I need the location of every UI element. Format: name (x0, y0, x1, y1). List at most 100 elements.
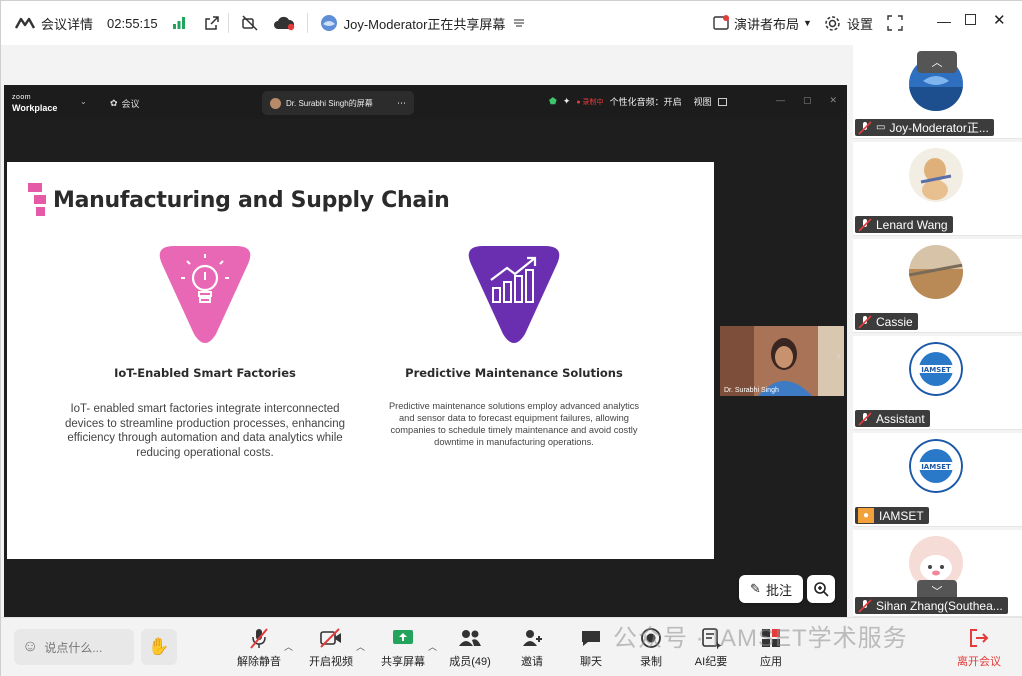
minimize-icon[interactable]: — (776, 95, 785, 106)
settings-button[interactable]: 设置 (824, 1, 873, 45)
more-icon[interactable]: ⋯ (397, 98, 406, 109)
left-column: IoT-Enabled Smart Factories IoT- enabled… (62, 366, 348, 460)
participant-tile[interactable]: Cassie (853, 239, 1022, 333)
chevron-down-icon[interactable]: ⌄ (80, 97, 87, 106)
meeting-info-button[interactable]: 会议详情 (1, 1, 99, 45)
participants-button[interactable]: 成员(49) (440, 626, 500, 669)
quick-chat-input[interactable]: ☺ 说点什么... (14, 629, 134, 665)
participant-name: Assistant (876, 411, 925, 426)
view-label[interactable]: 视图 (694, 95, 712, 108)
share-screen-icon (393, 630, 413, 644)
view-icon[interactable] (717, 97, 727, 106)
participant-tile[interactable]: Lenard Wang (853, 142, 1022, 236)
chevron-right-icon[interactable]: › (837, 351, 840, 362)
chat-icon (582, 631, 600, 646)
top-bar: 会议详情 02:55:15 Joy-Moderator正在共享屏幕 演讲者布局 (1, 1, 1022, 45)
participant-name-label: Lenard Wang (855, 216, 953, 233)
sparkle-icon: ✦ (562, 96, 571, 106)
apps-label: 应用 (760, 656, 782, 668)
muted-mic-icon (858, 120, 872, 135)
share-window-titlebar: zoom Workplace ⌄ ✿ 会议 Dr. Surabhi Singh的… (4, 85, 847, 119)
speaker-off-icon[interactable] (241, 14, 259, 32)
zoom-in-icon (814, 582, 829, 597)
fullscreen-icon[interactable] (887, 15, 903, 31)
chat-button[interactable]: 聊天 (561, 626, 621, 669)
maximize-icon[interactable] (965, 14, 976, 25)
zoom-brand: zoom Workplace (12, 93, 57, 113)
muted-mic-icon (858, 314, 872, 329)
participant-tile[interactable]: ﹀ Sihan Zhang(Southea... (853, 530, 1022, 617)
meeting-logo-icon (15, 16, 35, 30)
chat-label: 聊天 (580, 656, 602, 668)
meeting-timer: 02:55:15 (107, 15, 158, 31)
participant-name-label: ● IAMSET (855, 507, 929, 524)
invite-button[interactable]: 邀请 (502, 626, 562, 669)
maximize-icon[interactable]: ▢ (803, 95, 812, 106)
chevron-down-icon: ▼ (803, 18, 812, 28)
unmute-button[interactable]: 解除静音 (229, 626, 289, 669)
annotate-button[interactable]: ✎ 批注 (739, 575, 803, 603)
emoji-icon: ☺ (22, 638, 39, 655)
sharer-avatar-icon (320, 14, 338, 32)
layout-label: 演讲者布局 (734, 16, 800, 32)
share-screen-button[interactable]: 共享屏幕 (373, 626, 433, 669)
participants-label: 成员(49) (449, 656, 491, 668)
iamset-logo: IAMSET (909, 342, 963, 396)
presenter-avatar-icon (270, 97, 281, 109)
audio-label[interactable]: 个性化音频：开启 (610, 95, 682, 108)
start-video-label: 开启视频 (309, 656, 353, 668)
close-icon[interactable]: ✕ (993, 11, 1006, 29)
cloud-icon[interactable] (273, 15, 295, 31)
annotate-label: 批注 (765, 582, 792, 598)
share-screen-label: 共享屏幕 (381, 656, 425, 668)
brand-name: Workplace (12, 103, 58, 113)
close-icon[interactable]: ✕ (829, 95, 837, 106)
share-tab-label: Dr. Surabhi Singh的屏幕 (286, 98, 373, 108)
muted-mic-icon (858, 411, 872, 426)
zoom-in-button[interactable] (807, 575, 835, 603)
user-icon: ● (858, 508, 874, 523)
screen-share-icon: ▭ (876, 122, 886, 133)
scroll-up-button[interactable]: ︿ (917, 51, 957, 73)
hand-icon: ✋ (148, 637, 170, 656)
share-window-controls: — ▢ ✕ (776, 95, 837, 106)
participant-tile[interactable]: IAMSET ● IAMSET (853, 433, 1022, 527)
minimize-icon[interactable]: — (937, 13, 951, 29)
chevron-up-icon[interactable]: ︿ (428, 640, 437, 653)
presentation-slide: Manufacturing and Supply Chain IoT-Enabl… (7, 162, 714, 559)
share-tab[interactable]: Dr. Surabhi Singh的屏幕 ⋯ (262, 91, 414, 115)
participant-name: Cassie (876, 314, 913, 329)
signal-icon[interactable] (172, 16, 186, 30)
growth-chart-badge-icon (468, 246, 560, 343)
muted-mic-icon (858, 598, 872, 613)
chat-placeholder: 说点什么... (44, 640, 103, 655)
brand-small: zoom (12, 94, 32, 101)
chevron-up-icon[interactable]: ︿ (356, 640, 365, 653)
participant-name: Sihan Zhang(Southea... (876, 598, 1003, 613)
meeting-tab-label: 会议 (121, 99, 140, 109)
chevron-up-icon[interactable]: ︿ (284, 640, 293, 653)
video-off-icon (320, 628, 341, 648)
raise-hand-button[interactable]: ✋ (141, 629, 177, 665)
participant-name-label: Assistant (855, 410, 930, 427)
meeting-tab[interactable]: ✿ 会议 (110, 97, 140, 110)
participant-name-label: Sihan Zhang(Southea... (855, 597, 1008, 614)
popout-icon[interactable] (204, 15, 220, 31)
participant-tile[interactable]: IAMSET Assistant (853, 336, 1022, 430)
muted-mic-icon (858, 217, 872, 232)
presenter-video-thumbnail[interactable]: Dr. Surabhi Singh (720, 326, 844, 396)
leave-meeting-button[interactable]: 离开会议 (949, 626, 1009, 669)
avatar (909, 148, 963, 202)
meeting-app: 会议详情 02:55:15 Joy-Moderator正在共享屏幕 演讲者布局 (0, 0, 1022, 676)
thumbnail-name: Dr. Surabhi Singh (724, 387, 779, 394)
start-video-button[interactable]: 开启视频 (301, 626, 361, 669)
left-body: IoT- enabled smart factories integrate i… (65, 403, 345, 459)
add-user-icon (523, 630, 542, 646)
invite-label: 邀请 (521, 656, 543, 668)
right-body: Predictive maintenance solutions employ … (388, 401, 640, 447)
participants-icon (459, 630, 481, 646)
iamset-logo-text: IAMSET (921, 366, 951, 374)
sharing-menu-icon[interactable] (513, 17, 525, 29)
layout-button[interactable]: 演讲者布局 ▼ (713, 1, 812, 45)
ai-summary-label: AI纪要 (694, 656, 728, 668)
